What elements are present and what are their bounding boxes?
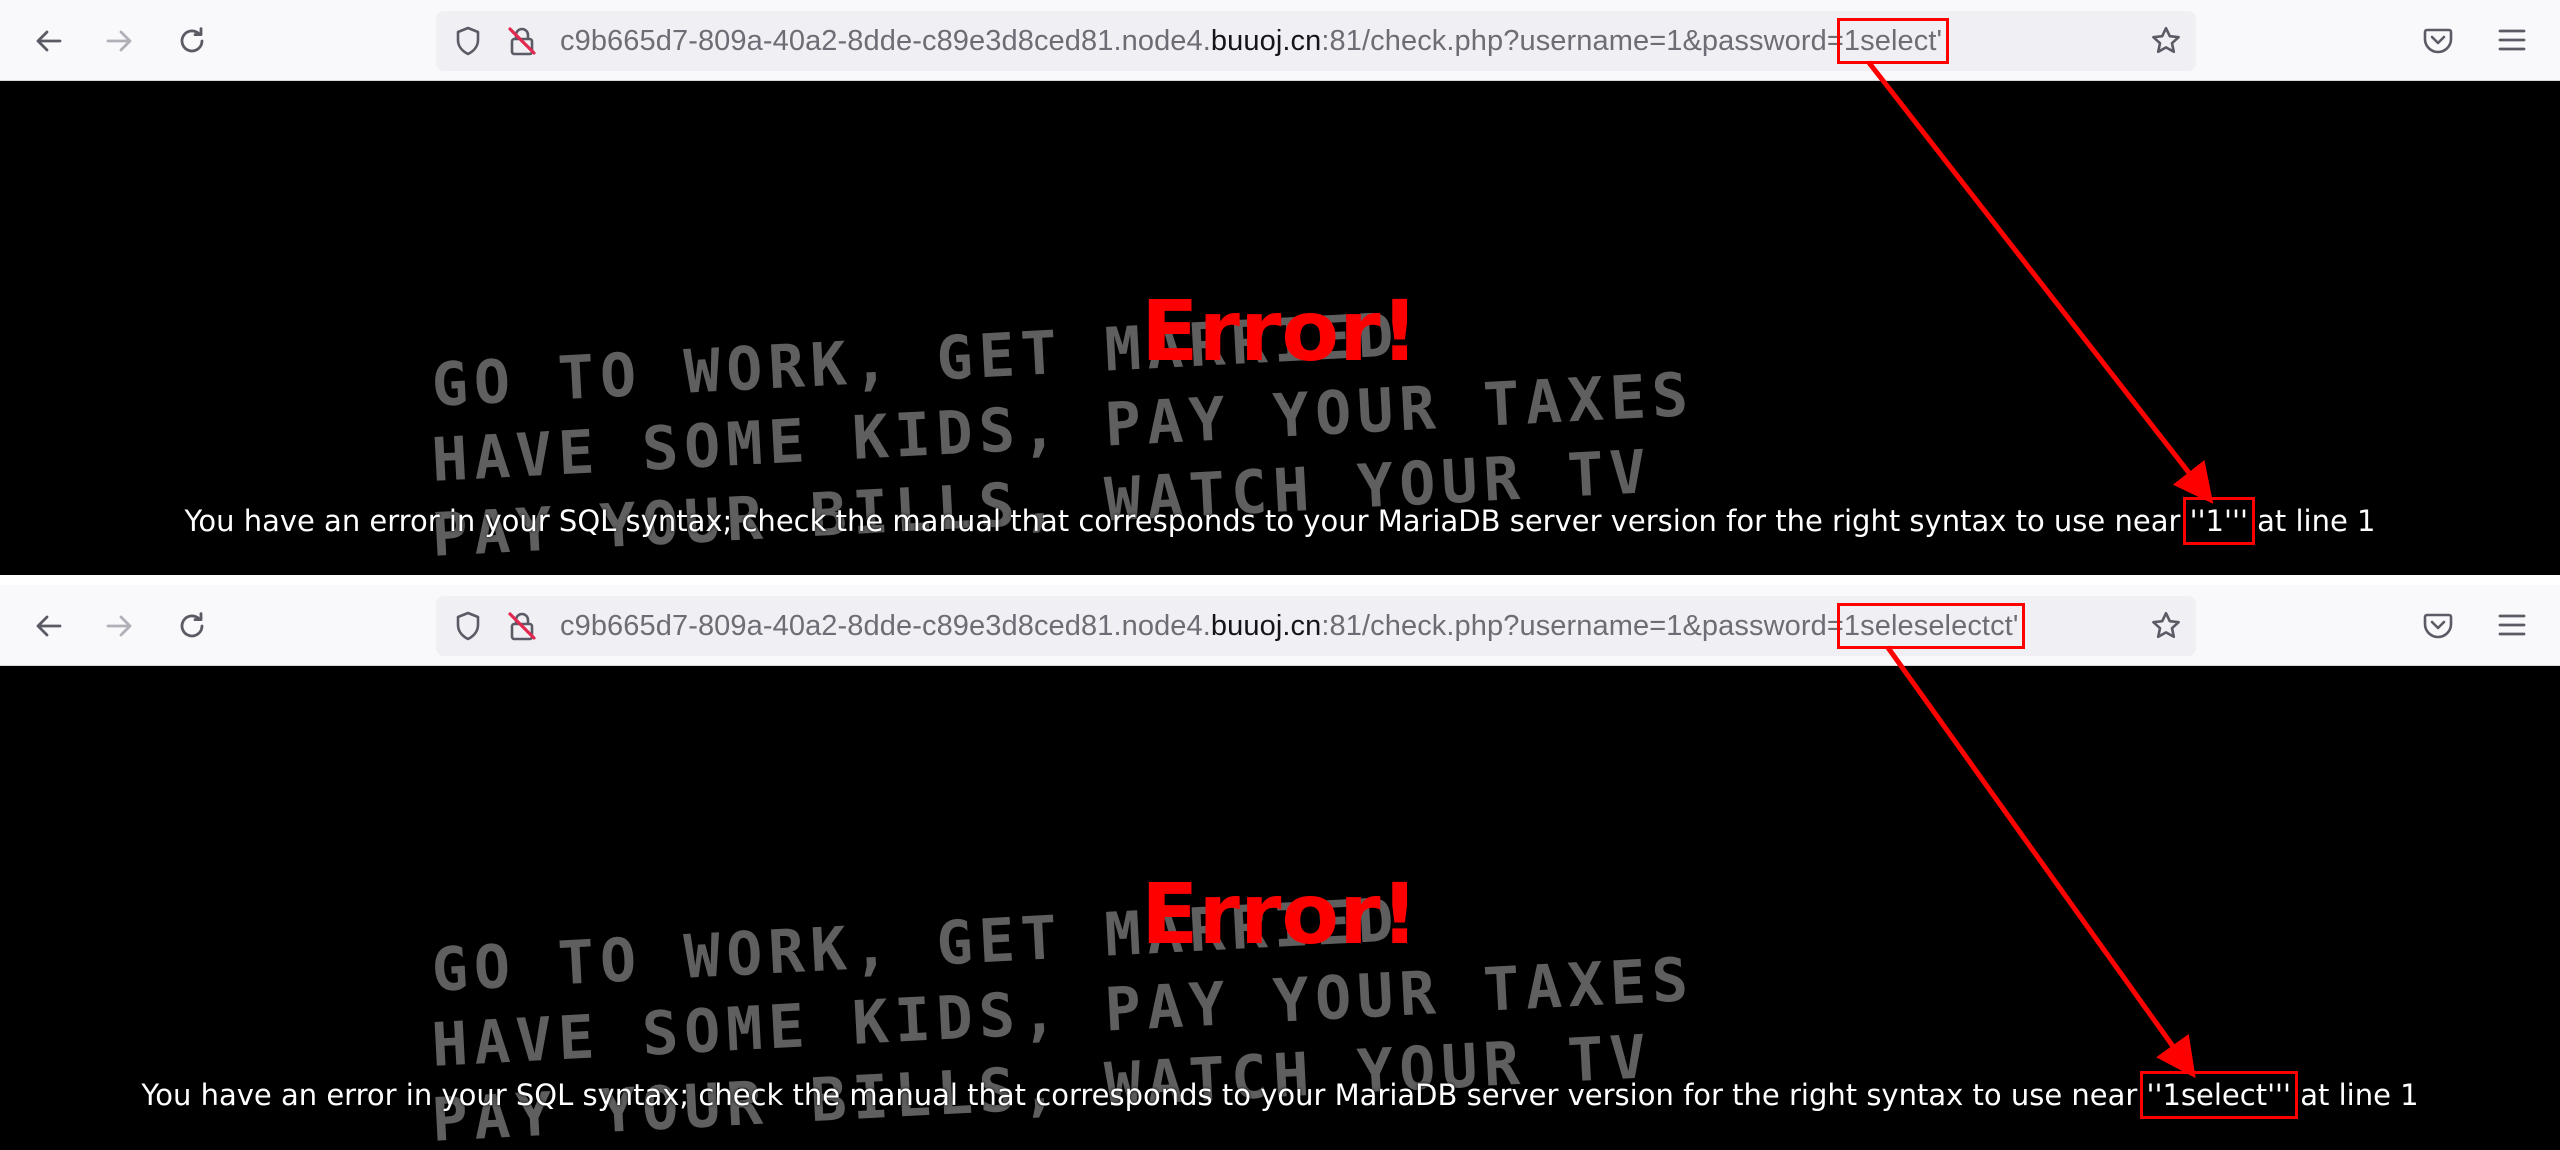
error-near-highlight: ''1''' <box>2182 497 2255 545</box>
url-prefix: c9b665d7-809a-40a2-8dde-c89e3d8ced81.nod… <box>560 25 1211 57</box>
navigation-toolbar: c9b665d7-809a-40a2-8dde-c89e3d8ced81.nod… <box>0 585 2560 666</box>
browser-window-2: c9b665d7-809a-40a2-8dde-c89e3d8ced81.nod… <box>0 575 2560 1150</box>
forward-button[interactable] <box>99 20 141 62</box>
error-message-suffix: at line 1 <box>2247 504 2376 538</box>
pocket-icon[interactable] <box>2422 24 2454 56</box>
reload-button[interactable] <box>171 605 213 647</box>
url-payload-highlight: 1select' <box>1836 18 1950 64</box>
reload-button[interactable] <box>171 20 213 62</box>
back-button[interactable] <box>27 20 69 62</box>
error-title: Error! <box>1141 282 1419 380</box>
hamburger-menu-icon[interactable] <box>2496 24 2528 56</box>
forward-arrow-icon <box>106 30 132 52</box>
hamburger-menu-icon[interactable] <box>2496 609 2528 641</box>
back-arrow-icon <box>36 615 62 637</box>
back-arrow-icon <box>36 30 62 52</box>
back-button[interactable] <box>27 605 69 647</box>
forward-button[interactable] <box>99 605 141 647</box>
url-payload-highlight: 1seleselectct' <box>1836 603 2026 649</box>
sql-error-message: You have an error in your SQL syntax; ch… <box>0 497 2560 545</box>
reload-icon <box>180 612 204 638</box>
navigation-toolbar: c9b665d7-809a-40a2-8dde-c89e3d8ced81.nod… <box>0 0 2560 81</box>
insecure-lock-icon[interactable] <box>506 610 538 642</box>
error-near-highlight: ''1select''' <box>2139 1071 2299 1119</box>
shield-icon[interactable] <box>452 610 484 642</box>
error-message-suffix: at line 1 <box>2291 1078 2419 1112</box>
error-message-text: You have an error in your SQL syntax; ch… <box>141 1078 2147 1112</box>
page-content: GO TO WORK, GET MARRIED HAVE SOME KIDS, … <box>0 81 2560 575</box>
url-path: :81/check.php?username=1&password= <box>1321 610 1844 642</box>
error-title: Error! <box>1141 865 1419 963</box>
insecure-lock-icon[interactable] <box>506 25 538 57</box>
url-prefix: c9b665d7-809a-40a2-8dde-c89e3d8ced81.nod… <box>560 610 1211 642</box>
bookmark-star-icon[interactable] <box>2150 610 2182 642</box>
shield-icon[interactable] <box>452 25 484 57</box>
url-text[interactable]: c9b665d7-809a-40a2-8dde-c89e3d8ced81.nod… <box>560 18 1950 64</box>
url-host: buuoj.cn <box>1210 610 1322 642</box>
address-bar[interactable]: c9b665d7-809a-40a2-8dde-c89e3d8ced81.nod… <box>436 596 2196 656</box>
url-text[interactable]: c9b665d7-809a-40a2-8dde-c89e3d8ced81.nod… <box>560 603 2026 649</box>
url-host: buuoj.cn <box>1210 25 1322 57</box>
screenshot-stack: c9b665d7-809a-40a2-8dde-c89e3d8ced81.nod… <box>0 0 2560 1150</box>
reload-icon <box>180 27 204 53</box>
forward-arrow-icon <box>106 615 132 637</box>
address-bar[interactable]: c9b665d7-809a-40a2-8dde-c89e3d8ced81.nod… <box>436 11 2196 71</box>
page-content: GO TO WORK, GET MARRIED HAVE SOME KIDS, … <box>0 666 2560 1150</box>
pocket-icon[interactable] <box>2422 609 2454 641</box>
url-path: :81/check.php?username=1&password= <box>1321 25 1844 57</box>
sql-error-message: You have an error in your SQL syntax; ch… <box>0 1071 2560 1119</box>
browser-window-1: c9b665d7-809a-40a2-8dde-c89e3d8ced81.nod… <box>0 0 2560 575</box>
error-message-text: You have an error in your SQL syntax; ch… <box>184 504 2190 538</box>
bookmark-star-icon[interactable] <box>2150 25 2182 57</box>
